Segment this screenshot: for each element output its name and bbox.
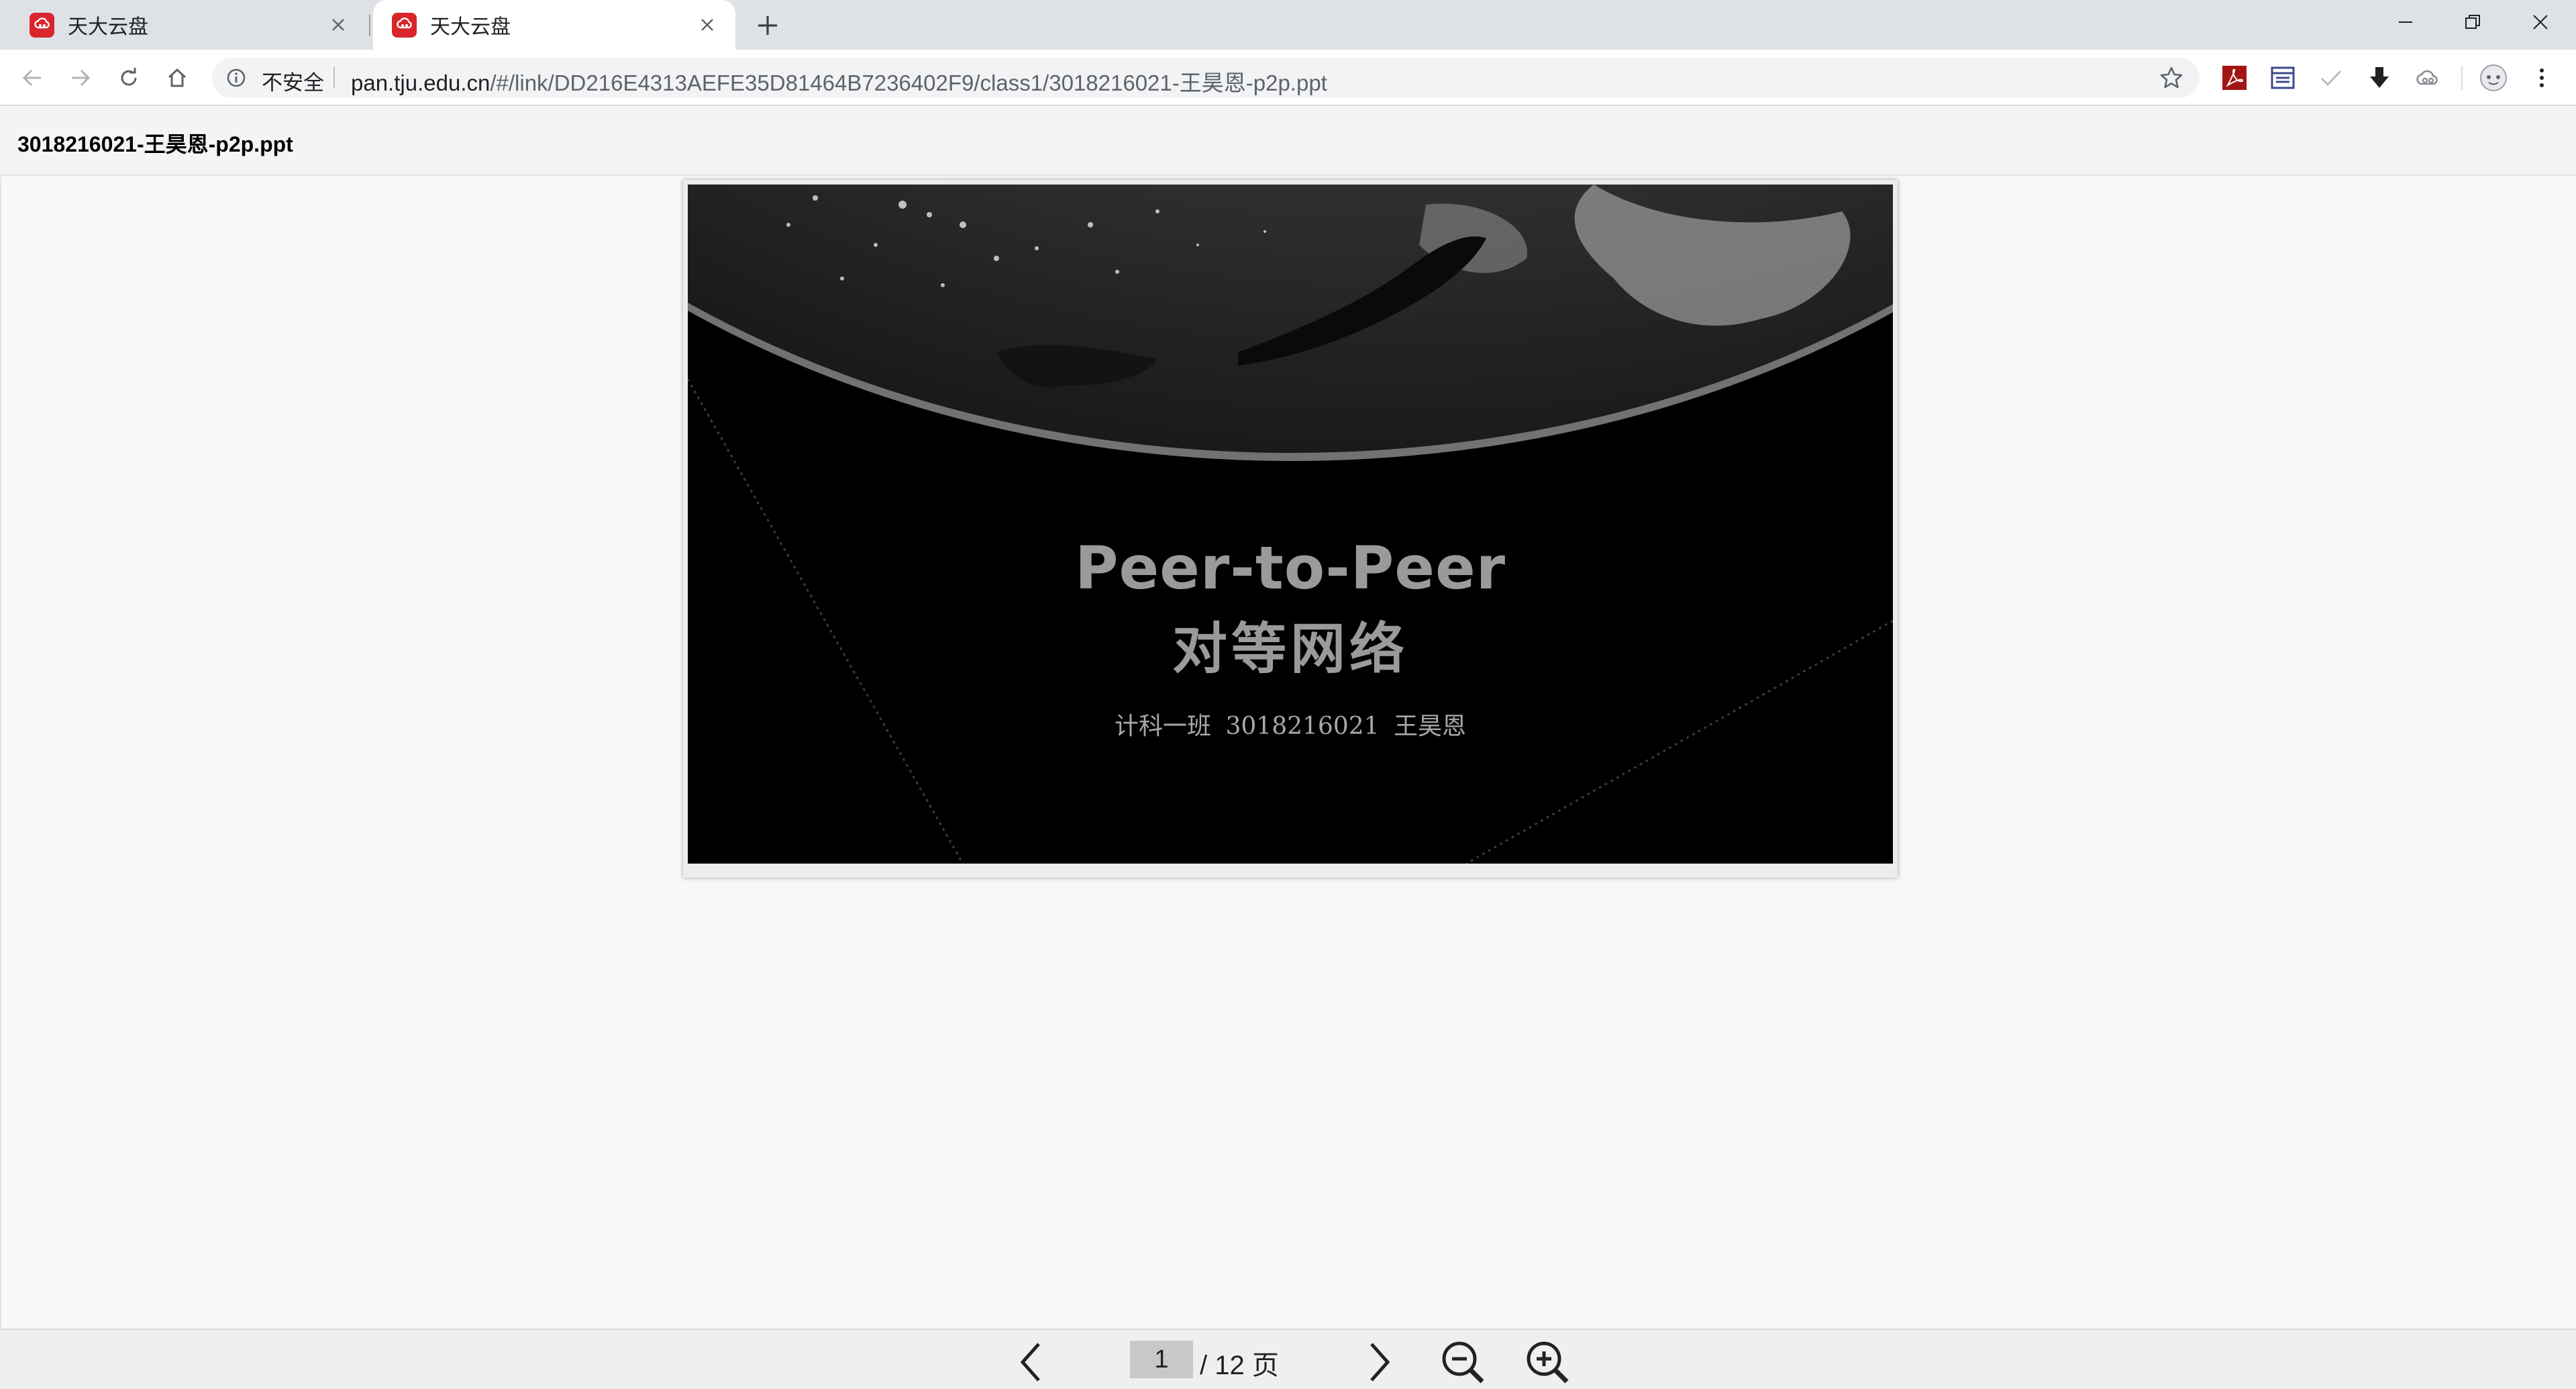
url-path: /#/link/DD216E4313AEFE35D81464B7236402F9… [490,70,1327,95]
slide-subtitle: 对等网络 [1172,617,1408,681]
download-icon[interactable] [2365,63,2394,93]
earth-background-image [688,185,1893,864]
info-icon[interactable] [225,67,247,89]
url-host: pan.tju.edu.cn [351,70,491,95]
page-navigation-bar: / 12 页 [0,1329,2576,1389]
reload-icon[interactable] [110,59,148,97]
page-number-input[interactable] [1130,1341,1193,1378]
forward-arrow-icon[interactable] [62,59,99,97]
window-restore-icon[interactable] [2439,0,2506,44]
home-icon[interactable] [158,59,196,97]
previous-page-chevron-icon[interactable] [1007,1338,1055,1386]
zoom-out-icon[interactable] [1439,1338,1487,1386]
slide-1: Peer-to-Peer 对等网络 计科一班 3018216021 王昊恩 [688,185,1893,864]
document-viewer[interactable]: Peer-to-Peer 对等网络 计科一班 3018216021 王昊恩 [0,177,2576,1329]
bookmark-star-icon[interactable] [2159,66,2183,90]
new-tab-plus-icon[interactable] [752,9,784,42]
tju-pan-favicon-icon [30,12,54,38]
tab-title: 天大云盘 [430,16,511,38]
slide-title: Peer-to-Peer [1074,533,1506,603]
back-arrow-icon[interactable] [13,59,51,97]
toolbar-divider [2461,66,2463,90]
security-label[interactable]: 不安全 [262,66,324,96]
page-total-text: / 12 页 [1200,1351,1279,1380]
slide-frame: Peer-to-Peer 对等网络 计科一班 3018216021 王昊恩 [683,180,1898,878]
address-bar[interactable]: 不安全 pan.tju.edu.cn/#/link/DD216E4313AEFE… [212,58,2200,98]
menu-icon[interactable] [2527,63,2557,93]
omnibox-divider [333,67,335,89]
slide-author-line: 计科一班 3018216021 王昊恩 [1115,713,1466,740]
browser-tab-2[interactable]: 天大云盘 [373,0,735,50]
window-minimize-icon[interactable] [2372,0,2439,44]
tab-close-icon[interactable] [694,11,721,38]
reader-icon[interactable] [2268,63,2298,93]
tab-close-icon[interactable] [325,11,352,38]
window-close-icon[interactable] [2507,0,2574,44]
next-page-chevron-icon[interactable] [1355,1338,1404,1386]
document-filename: 3018216021-王昊恩-p2p.ppt [17,132,293,156]
zoom-in-icon[interactable] [1523,1338,1572,1386]
browser-toolbar: 不安全 pan.tju.edu.cn/#/link/DD216E4313AEFE… [0,50,2576,106]
tab-title: 天大云盘 [68,16,148,38]
checkmark-icon[interactable] [2316,63,2346,93]
url-text[interactable]: pan.tju.edu.cn/#/link/DD216E4313AEFE35D8… [351,65,1327,97]
acrobat-icon[interactable] [2220,63,2249,93]
tab-divider [369,15,370,36]
cloud-icon[interactable] [2413,63,2442,93]
document-header: 3018216021-王昊恩-p2p.ppt [0,107,2576,176]
tju-pan-favicon-icon [392,12,417,38]
browser-tab-1[interactable]: 天大云盘 [11,0,366,50]
browser-tabstrip: 天大云盘 天大云盘 [0,0,2576,50]
profile-avatar-icon[interactable] [2479,63,2508,93]
